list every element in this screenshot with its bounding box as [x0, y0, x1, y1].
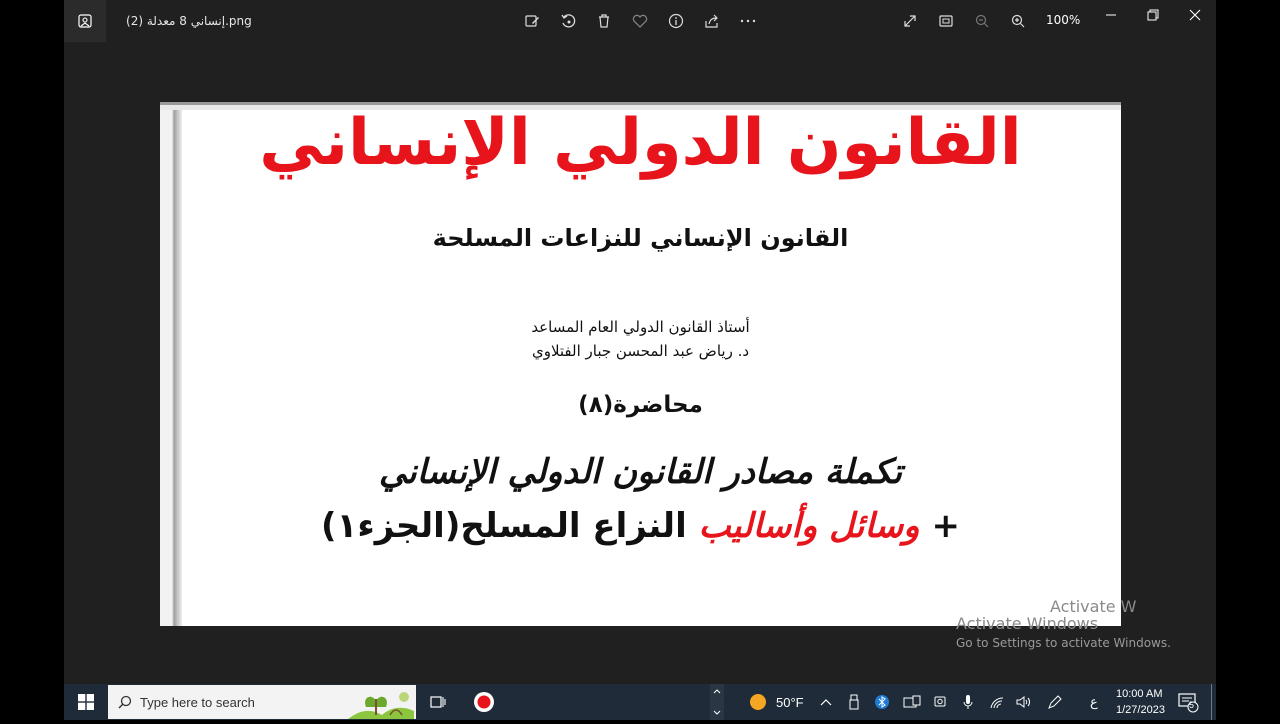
show-desktop-divider[interactable]: [1211, 684, 1212, 720]
file-name: إنساني 8 معدلة (2).png: [126, 14, 252, 28]
edit-image-icon[interactable]: [522, 11, 542, 31]
slide-subtitle: القانون الإنساني للنزاعات المسلحة: [432, 224, 849, 252]
pen-workspace-icon[interactable]: [1046, 684, 1064, 720]
microphone-icon[interactable]: [960, 684, 976, 720]
expand-icon[interactable]: [900, 11, 920, 31]
delete-icon[interactable]: [594, 11, 614, 31]
volume-icon[interactable]: [1016, 684, 1034, 720]
rotate-icon[interactable]: [558, 11, 578, 31]
screen-recorder-app-icon[interactable]: [468, 684, 500, 720]
watermark-goto-settings: Go to Settings to activate Windows.: [956, 636, 1171, 650]
device-icon[interactable]: [902, 684, 922, 720]
network-icon[interactable]: [988, 684, 1006, 720]
title-bar: إنساني 8 معدلة (2).png 100%: [64, 0, 1216, 42]
usb-device-icon[interactable]: [846, 684, 862, 720]
windows-start-icon[interactable]: [64, 684, 108, 720]
zoom-level[interactable]: 100%: [1046, 13, 1080, 27]
topic-line-1: تكملة مصادر القانون الدولي الإنساني: [378, 452, 903, 492]
minimize-button[interactable]: [1090, 0, 1132, 30]
taskbar: Type here to search 50°F ع 10:00 AM 1/27…: [64, 684, 1216, 720]
close-button[interactable]: [1174, 0, 1216, 30]
notification-count: 5: [1189, 700, 1195, 710]
restore-button[interactable]: [1132, 0, 1174, 30]
favorite-icon[interactable]: [630, 11, 650, 31]
topic-line-2: + وسائل وأساليب النزاع المسلح(الجزء١): [160, 506, 1121, 546]
clock-time[interactable]: 10:00 AM: [1116, 688, 1162, 700]
bluetooth-icon[interactable]: [874, 684, 890, 720]
more-options-icon[interactable]: [738, 11, 758, 31]
info-icon[interactable]: [666, 11, 686, 31]
plus-sign: +: [931, 506, 960, 546]
task-view-icon[interactable]: [426, 684, 450, 720]
photos-app-window: إنساني 8 معدلة (2).png 100% القانون الدو…: [64, 0, 1216, 684]
camera-icon[interactable]: [932, 684, 948, 720]
left-letterbox: [0, 0, 64, 684]
watermark-activate: Activate Windows: [956, 614, 1099, 633]
share-icon[interactable]: [702, 11, 722, 31]
notifications-icon[interactable]: [1176, 684, 1200, 720]
input-language[interactable]: ع: [1090, 694, 1098, 710]
slide-title: القانون الدولي الإنساني: [259, 106, 1022, 180]
weather-temperature[interactable]: 50°F: [776, 695, 804, 710]
chevron-up-icon[interactable]: [818, 684, 834, 720]
photos-app-icon[interactable]: [64, 0, 106, 42]
search-highlight-illustration-icon: [348, 692, 414, 719]
topic-line-2-red: وسائل وأساليب: [698, 506, 920, 546]
search-placeholder: Type here to search: [140, 694, 255, 710]
fit-window-icon[interactable]: [936, 11, 956, 31]
taskbar-scroll-strip[interactable]: [710, 684, 724, 720]
lecture-number: محاضرة(٨): [578, 392, 703, 418]
professor-name: د. رياض عبد المحسن جبار الفتلاوي: [531, 342, 750, 360]
weather-sun-icon[interactable]: [746, 684, 770, 720]
zoom-in-icon[interactable]: [1008, 11, 1028, 31]
right-letterbox: [1216, 0, 1280, 684]
slide-left-edge: [160, 110, 182, 626]
clock-date[interactable]: 1/27/2023: [1116, 704, 1165, 716]
taskbar-search-box[interactable]: Type here to search: [108, 685, 416, 719]
zoom-out-icon[interactable]: [972, 11, 992, 31]
professor-title: أستاذ القانون الدولي العام المساعد: [531, 318, 750, 336]
displayed-image[interactable]: القانون الدولي الإنساني القانون الإنساني…: [160, 102, 1121, 626]
search-icon: [118, 695, 132, 709]
topic-line-2-black: النزاع المسلح(الجزء١): [321, 506, 687, 546]
